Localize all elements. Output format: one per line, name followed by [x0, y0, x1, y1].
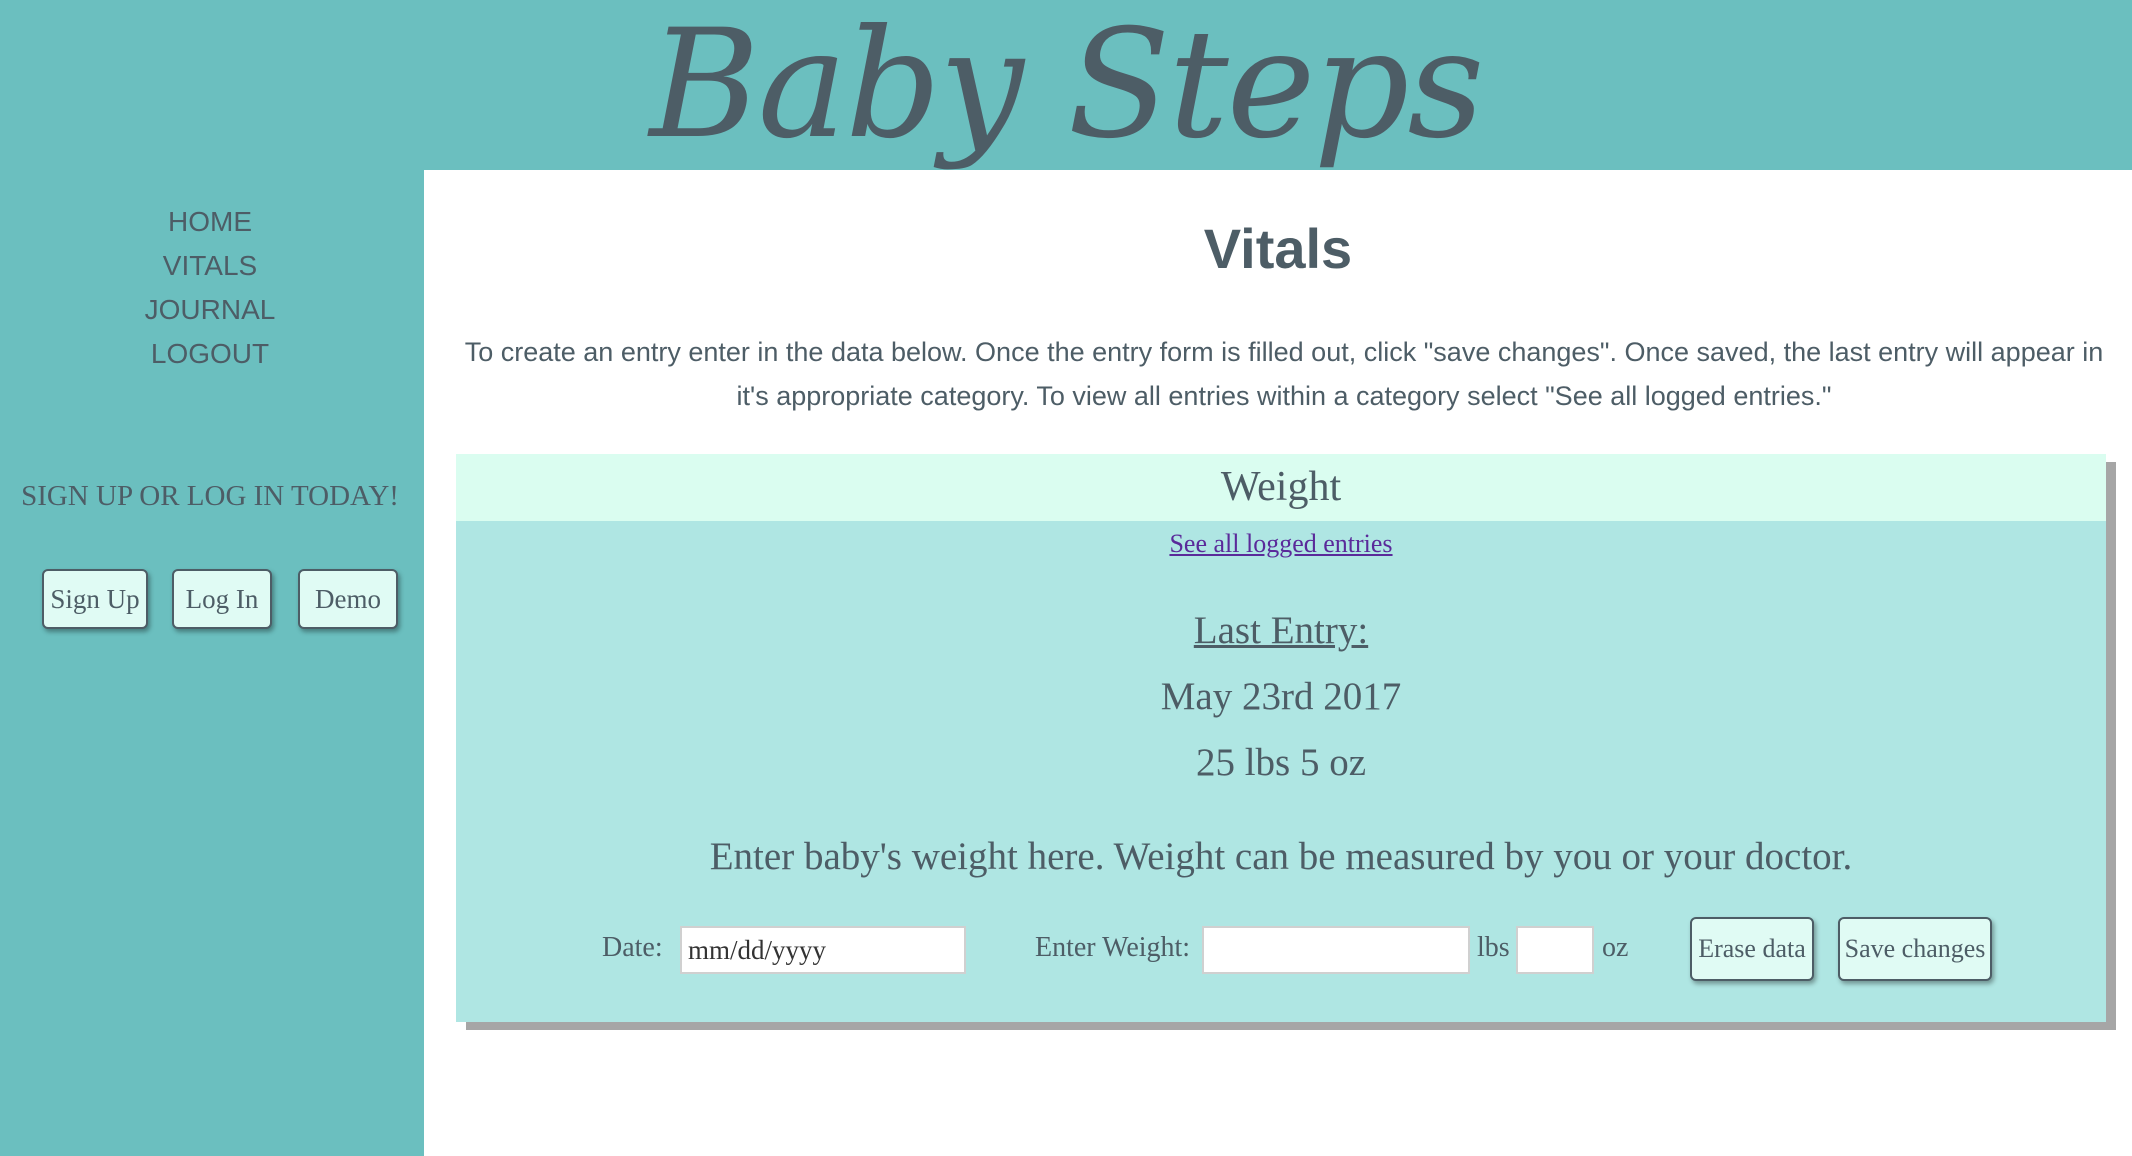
weight-entry-form: Date: Enter Weight: lbs oz Erase data Sa…: [456, 914, 2106, 984]
nav-item-home[interactable]: HOME: [0, 200, 420, 244]
weight-card-header: Weight: [456, 454, 2106, 521]
date-input[interactable]: [680, 926, 966, 974]
site-logo[interactable]: Baby Steps: [0, 0, 2132, 170]
weight-prompt-text: Enter baby's weight here. Weight can be …: [709, 835, 1853, 878]
main-nav: HOME VITALS JOURNAL LOGOUT: [0, 200, 420, 376]
see-all-entries-link[interactable]: See all logged entries: [456, 524, 2106, 564]
log-in-button[interactable]: Log In: [172, 569, 272, 629]
demo-button[interactable]: Demo: [298, 569, 398, 629]
sign-up-button[interactable]: Sign Up: [42, 569, 148, 629]
save-changes-button[interactable]: Save changes: [1838, 917, 1992, 981]
last-entry-date: May 23rd 2017: [1160, 675, 1402, 718]
erase-data-button[interactable]: Erase data: [1690, 917, 1814, 981]
main-content: Vitals To create an entry enter in the d…: [424, 170, 2132, 1156]
instructions-text: To create an entry enter in the data bel…: [464, 337, 2104, 411]
site-header: Baby Steps: [0, 0, 2132, 170]
page-title: Vitals: [1203, 217, 1353, 280]
weight-lbs-input[interactable]: [1202, 926, 1470, 974]
nav-item-journal[interactable]: JOURNAL: [0, 288, 420, 332]
nav-item-vitals[interactable]: VITALS: [0, 244, 420, 288]
last-entry-label: Last Entry:: [1193, 609, 1369, 652]
weight-oz-input[interactable]: [1516, 926, 1594, 974]
enter-weight-label: Enter Weight:: [1035, 932, 1191, 963]
sidebar: HOME VITALS JOURNAL LOGOUT SIGN UP OR LO…: [0, 170, 424, 1156]
lbs-unit-label: lbs: [1477, 932, 1510, 963]
nav-item-logout[interactable]: LOGOUT: [0, 332, 420, 376]
auth-button-group: Sign Up Log In Demo: [0, 569, 424, 631]
last-entry-value: 25 lbs 5 oz: [1195, 741, 1367, 784]
signup-promo-text: SIGN UP OR LOG IN TODAY!: [21, 480, 399, 512]
date-label: Date:: [602, 932, 663, 963]
weight-card: Weight See all logged entries Last Entry…: [456, 454, 2106, 1022]
oz-unit-label: oz: [1602, 932, 1629, 963]
